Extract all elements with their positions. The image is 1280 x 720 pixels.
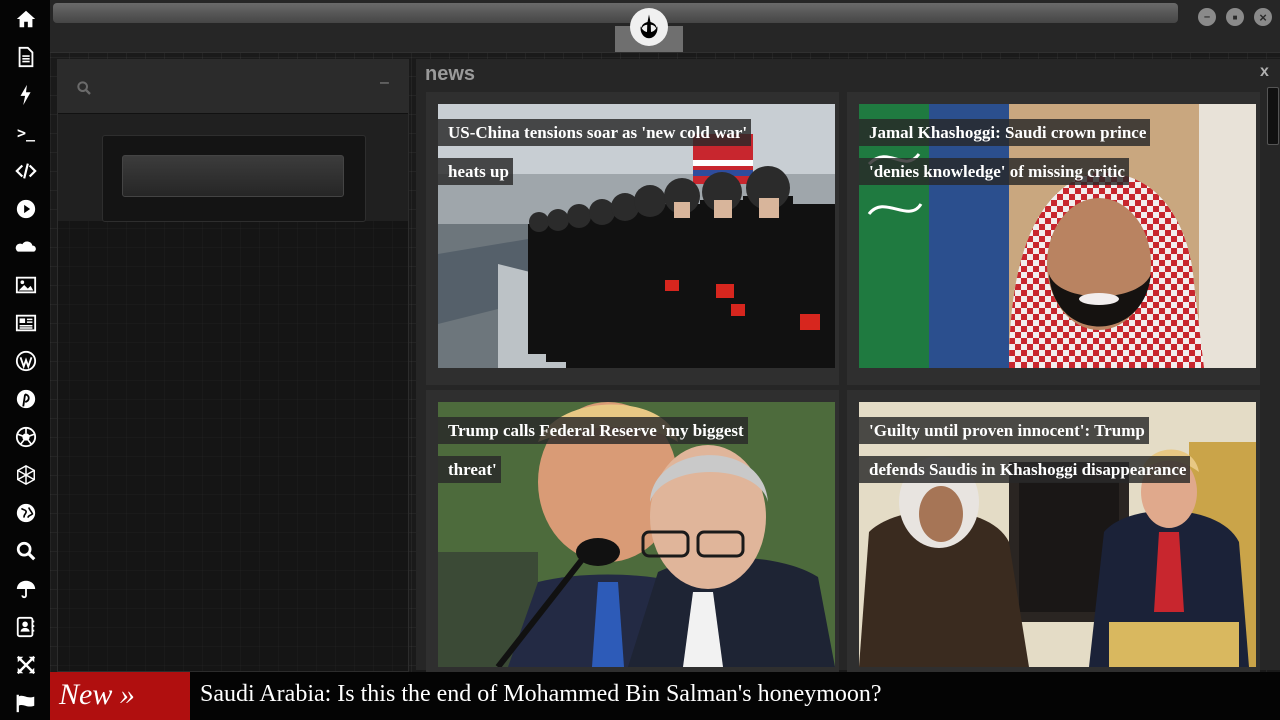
image-icon[interactable] [13, 272, 39, 298]
expand-icon[interactable] [13, 652, 39, 678]
news-card[interactable]: Trump calls Federal Reserve 'my biggest … [426, 390, 839, 680]
globe-icon[interactable] [13, 500, 39, 526]
news-panel: news x US-China tensions soar as 'new co… [416, 59, 1280, 680]
minimize-button[interactable]: – [1198, 8, 1216, 26]
umbrella-icon[interactable] [13, 576, 39, 602]
terminal-glyph: >_ [16, 124, 36, 142]
app-dock: >_ [0, 0, 50, 720]
minimize-glyph: – [1203, 11, 1211, 23]
close-glyph: × [1259, 9, 1267, 25]
network-icon[interactable] [13, 462, 39, 488]
panel-title: news [425, 63, 476, 85]
document-icon[interactable] [13, 44, 39, 70]
home-icon[interactable] [13, 6, 39, 32]
search-panel: – [57, 59, 409, 672]
close-button[interactable]: × [1254, 8, 1272, 26]
ticker-label: New » [50, 672, 190, 720]
newspaper-icon[interactable] [13, 310, 39, 336]
cloud-icon[interactable] [13, 234, 39, 260]
code-icon[interactable] [13, 158, 39, 184]
contacts-icon[interactable] [13, 614, 39, 640]
aperture-icon[interactable] [13, 424, 39, 450]
maximize-glyph: ■ [1232, 12, 1238, 22]
ticker-headline[interactable]: Saudi Arabia: Is this the end of Mohamme… [200, 672, 882, 720]
search-icon[interactable] [76, 80, 92, 96]
top-bar: – ■ × [50, 0, 1280, 53]
rebel-alliance-icon [640, 14, 658, 39]
flag-icon[interactable] [13, 690, 39, 716]
news-headline: Trump calls Federal Reserve 'my biggest … [438, 411, 778, 489]
search-icon[interactable] [13, 538, 39, 564]
news-card[interactable]: Jamal Khashoggi: Saudi crown prince 'den… [847, 92, 1260, 385]
news-headline: Jamal Khashoggi: Saudi crown prince 'den… [859, 113, 1199, 191]
address-bar[interactable] [53, 3, 1178, 23]
lightning-icon[interactable] [13, 82, 39, 108]
terminal-icon[interactable]: >_ [13, 120, 39, 146]
news-card[interactable]: US-China tensions soar as 'new cold war'… [426, 92, 839, 385]
search-panel-header: – [58, 60, 408, 114]
wordpress-icon[interactable] [13, 348, 39, 374]
news-headline: 'Guilty until proven innocent': Trump de… [859, 411, 1199, 489]
panel-minimize-button[interactable]: – [380, 74, 389, 92]
news-close-button[interactable]: x [1260, 63, 1269, 81]
scrollbar-thumb[interactable] [1267, 87, 1279, 145]
search-input[interactable] [122, 155, 344, 197]
news-card[interactable]: 'Guilty until proven innocent': Trump de… [847, 390, 1260, 680]
rebel-alliance-logo[interactable] [630, 8, 668, 46]
play-icon[interactable] [13, 196, 39, 222]
maximize-button[interactable]: ■ [1226, 8, 1244, 26]
news-headline: US-China tensions soar as 'new cold war'… [438, 113, 778, 191]
news-ticker: New » Saudi Arabia: Is this the end of M… [50, 672, 1280, 720]
pinterest-icon[interactable] [13, 386, 39, 412]
